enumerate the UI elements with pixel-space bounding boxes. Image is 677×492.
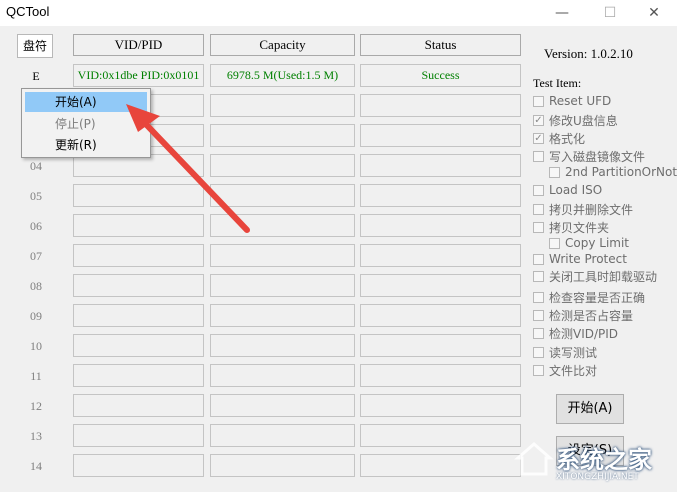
watermark-url: XITONGZHIJIA.NET: [556, 472, 639, 482]
watermark: 系统之家 XITONGZHIJIA.NET: [512, 436, 677, 492]
watermark-text: 系统之家: [556, 446, 652, 474]
annotation-arrow-icon: [126, 104, 250, 233]
watermark-logo-icon: [514, 442, 554, 476]
